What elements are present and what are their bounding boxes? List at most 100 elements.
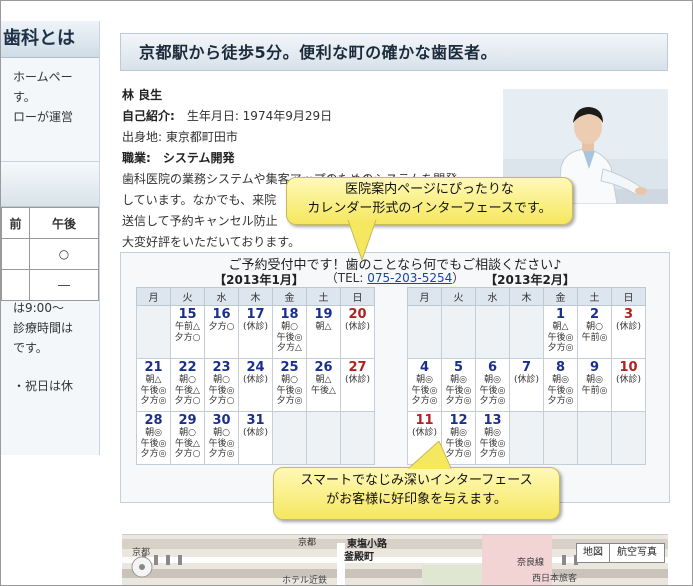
- calendar-day-cell[interactable]: 4 朝◎ 午後◎ 夕方◎: [407, 358, 442, 412]
- calendar-day-cell[interactable]: 28 朝◎ 午後◎ 夕方◎: [136, 411, 171, 465]
- calendar-day-cell[interactable]: 7 (休診): [509, 358, 544, 412]
- availability-slot: 朝◎: [484, 428, 501, 438]
- calendar-day-cell[interactable]: 22 朝○ 午後△ 夕方○: [170, 358, 205, 412]
- profile-hometown: 出身地: 東京都町田市: [122, 130, 238, 144]
- calendar-date: 9: [589, 360, 600, 375]
- availability-slot: (休診): [615, 322, 642, 332]
- calendar-date: 10: [619, 360, 638, 375]
- map-label: ホテル近鉄: [282, 576, 328, 586]
- availability-slot: 朝○: [281, 375, 298, 385]
- calendar-month-feb: 【2013年2月】 月火水木金土日 1 朝△ 午後◎ 夕方◎ 2 朝○ 午前◎ 3 (休診) 4 朝◎…: [407, 273, 653, 465]
- calendar-date: 30: [212, 413, 231, 428]
- calendar-date: 29: [178, 413, 197, 428]
- availability-slot: 午後◎: [208, 438, 235, 449]
- weekday-header: 水: [475, 287, 510, 306]
- callout-line: がお客様に好印象を与えます。: [326, 492, 507, 507]
- profile-block: 林 良生 自己紹介: 生年月日: 1974年9月29日 出身地: 東京都町田市 職…: [122, 85, 457, 253]
- calendar-day-cell[interactable]: 17 (休診): [238, 305, 273, 359]
- month-title: 【2013年2月】: [485, 273, 575, 287]
- calendar-day-cell[interactable]: 24 (休診): [238, 358, 273, 412]
- calendar-day-cell[interactable]: 25 朝○ 午後◎ 夕方◎: [272, 358, 307, 412]
- availability-slot: 午後◎: [479, 438, 506, 449]
- calendar-day-cell[interactable]: 19 朝△: [306, 305, 341, 359]
- availability-slot: 夕方◎: [547, 396, 574, 406]
- calendar-empty-cell: [272, 411, 307, 465]
- weekday-header: 日: [611, 287, 646, 306]
- calendar-date: 17: [246, 307, 265, 322]
- map-view-button[interactable]: 地図: [576, 543, 610, 563]
- calendar-day-cell[interactable]: 26 朝△ 午後△: [306, 358, 341, 412]
- availability-slot: (休診): [242, 375, 269, 385]
- availability-slot: 午後◎: [445, 385, 472, 396]
- availability-slot: 朝△: [315, 322, 332, 332]
- hours-cell: [1, 238, 31, 270]
- calendar-day-cell[interactable]: 31 (休診): [238, 411, 273, 465]
- calendar-day-cell[interactable]: 18 朝○ 午後◎ 夕方△: [272, 305, 307, 359]
- availability-slot: (休診): [242, 428, 269, 438]
- availability-slot: 朝◎: [450, 428, 467, 438]
- availability-slot: 朝○: [213, 428, 230, 438]
- calendar-month-jan: 【2013年1月】 月火水木金土日 15 午前△ 夕方○ 16 夕方○ 17 (休診) 18 朝○…: [136, 273, 382, 465]
- calendar-empty-cell: [509, 305, 544, 359]
- calendar-day-cell[interactable]: 9 朝◎ 午前◎: [577, 358, 612, 412]
- sidebar-note: ・祝日は休: [13, 379, 74, 393]
- availability-slot: 夕方◎: [208, 449, 235, 459]
- calendar-day-cell[interactable]: 8 朝◎ 午後◎ 夕方◎: [543, 358, 578, 412]
- calendar-empty-cell: [136, 305, 171, 359]
- callout-pointer: [347, 220, 377, 262]
- sidebar-section-header: [1, 161, 99, 207]
- availability-slot: 夕方◎: [411, 396, 438, 406]
- map-label: 奈良線: [517, 558, 545, 568]
- sidebar-text-line: ローが運営: [13, 110, 74, 124]
- availability-slot: 午後◎: [208, 385, 235, 396]
- availability-slot: 午後◎: [547, 332, 574, 343]
- availability-slot: 朝◎: [552, 375, 569, 385]
- calendar-day-cell[interactable]: 29 朝○ 午後△ 夕方○: [170, 411, 205, 465]
- calendar-date: 3: [623, 307, 634, 322]
- availability-slot: (休診): [242, 322, 269, 332]
- callout-calendar-interface: 医院案内ページにぴったりな カレンダー形式のインターフェースです。: [286, 177, 573, 225]
- calendar-date: 24: [246, 360, 265, 375]
- satellite-view-button[interactable]: 航空写真: [609, 543, 665, 563]
- sidebar-note: 診療時間は: [13, 321, 74, 335]
- availability-slot: 朝△: [145, 375, 162, 385]
- availability-slot: 朝◎: [586, 375, 603, 385]
- calendar-date: 19: [314, 307, 333, 322]
- calendar-date: 28: [144, 413, 163, 428]
- weekday-header: 火: [170, 287, 205, 306]
- calendar-day-cell[interactable]: 23 朝○ 午後◎ 夕方○: [204, 358, 239, 412]
- weekday-header: 月: [136, 287, 171, 306]
- calendar-day-cell[interactable]: 10 (休診): [611, 358, 646, 412]
- callout-line: カレンダー形式のインターフェースです。: [307, 201, 552, 216]
- calendar-day-cell[interactable]: 13 朝◎ 午後◎ 夕方◎: [475, 411, 510, 465]
- calendar-date: 18: [280, 307, 299, 322]
- calendar-empty-cell: [475, 305, 510, 359]
- availability-slot: 夕方◎: [479, 449, 506, 459]
- calendar-day-cell[interactable]: 21 朝△ 午後◎ 夕方◎: [136, 358, 171, 412]
- calendar-day-cell[interactable]: 20 (休診): [340, 305, 375, 359]
- left-sidebar: 歯科とは ホームペー す。 ローが運営 前 午後 ○ ― は9:00～ 診療時間…: [1, 21, 100, 455]
- availability-slot: 夕方◎: [140, 449, 167, 459]
- calendar-day-cell[interactable]: 2 朝○ 午前◎: [577, 305, 612, 359]
- calendar-day-cell[interactable]: 15 午前△ 夕方○: [170, 305, 205, 359]
- calendar-empty-cell: [306, 411, 341, 465]
- map-widget[interactable]: 京都 東塩小路 釜殿町 京都 奈良線 ホテル近鉄 西日本旅客 地図 航空写真: [122, 534, 668, 586]
- weekday-header: 木: [238, 287, 273, 306]
- profile-name: 林 良生: [122, 88, 163, 102]
- availability-slot: 夕方○: [208, 322, 235, 332]
- callout-line: 医院案内ページにぴったりな: [345, 182, 514, 197]
- profile-birth: 生年月日: 1974年9月29日: [186, 109, 333, 123]
- sidebar-text-line: す。: [13, 90, 36, 104]
- calendar-date: 2: [589, 307, 600, 322]
- availability-slot: (休診): [411, 428, 438, 438]
- calendar-day-cell[interactable]: 1 朝△ 午後◎ 夕方◎: [543, 305, 578, 359]
- calendar-day-cell[interactable]: 3 (休診): [611, 305, 646, 359]
- weekday-header: 火: [441, 287, 476, 306]
- calendar-day-cell[interactable]: 27 (休診): [340, 358, 375, 412]
- map-label: 京都: [132, 548, 151, 558]
- calendar-day-cell[interactable]: 6 朝◎ 午後◎ 夕方◎: [475, 358, 510, 412]
- calendar-day-cell[interactable]: 16 夕方○: [204, 305, 239, 359]
- availability-slot: 朝◎: [145, 428, 162, 438]
- calendar-day-cell[interactable]: 30 朝○ 午後◎ 夕方◎: [204, 411, 239, 465]
- calendar-day-cell[interactable]: 5 朝◎ 午後◎ 夕方◎: [441, 358, 476, 412]
